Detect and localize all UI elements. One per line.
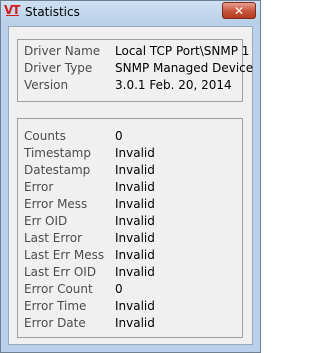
stat-row-error-time: Error Time Invalid xyxy=(18,298,242,315)
last-error-label: Last Error xyxy=(24,231,83,245)
driver-info-group: Driver Name Local TCP Port\SNMP 1 Driver… xyxy=(17,39,253,102)
window-title: Statistics xyxy=(25,5,80,19)
last-err-mess-value: Invalid xyxy=(115,248,155,262)
close-button[interactable]: ✕ xyxy=(222,2,256,19)
driver-type-label: Driver Type xyxy=(24,61,93,75)
driver-name-value: Local TCP Port\SNMP 1 xyxy=(115,44,250,58)
statistics-window: VT Statistics ✕ Driver Name Local TCP Po… xyxy=(0,0,261,353)
last-err-oid-label: Last Err OID xyxy=(24,265,97,279)
last-err-oid-value: Invalid xyxy=(115,265,155,279)
close-icon: ✕ xyxy=(233,3,245,18)
stat-row-error: Error Invalid xyxy=(18,179,242,196)
error-time-value: Invalid xyxy=(115,299,155,313)
last-error-value: Invalid xyxy=(115,231,155,245)
stat-row-error-date: Error Date Invalid xyxy=(18,315,242,332)
timestamp-label: Timestamp xyxy=(24,146,91,160)
error-count-label: Error Count xyxy=(24,282,93,296)
app-logo-icon: VT xyxy=(4,3,21,17)
statistics-group: Counts 0 Timestamp Invalid Datestamp Inv… xyxy=(17,118,243,338)
stat-row-timestamp: Timestamp Invalid xyxy=(18,145,242,162)
error-count-value: 0 xyxy=(115,282,123,296)
error-mess-label: Error Mess xyxy=(24,197,88,211)
error-date-label: Error Date xyxy=(24,316,86,330)
stat-row-err-oid: Err OID Invalid xyxy=(18,213,242,230)
error-label: Error xyxy=(24,180,54,194)
timestamp-value: Invalid xyxy=(115,146,155,160)
last-err-mess-label: Last Err Mess xyxy=(24,248,105,262)
stat-row-last-err-oid: Last Err OID Invalid xyxy=(18,264,242,281)
counts-label: Counts xyxy=(24,129,66,143)
title-bar[interactable]: VT Statistics ✕ xyxy=(1,1,260,25)
stat-row-last-err-mess: Last Err Mess Invalid xyxy=(18,247,242,264)
counts-value: 0 xyxy=(115,129,123,143)
error-value: Invalid xyxy=(115,180,155,194)
version-label: Version xyxy=(24,78,69,92)
stat-row-counts: Counts 0 xyxy=(18,128,242,145)
driver-name-row: Driver Name Local TCP Port\SNMP 1 xyxy=(18,43,249,60)
datestamp-label: Datestamp xyxy=(24,163,91,177)
datestamp-value: Invalid xyxy=(115,163,155,177)
err-oid-value: Invalid xyxy=(115,214,155,228)
driver-name-label: Driver Name xyxy=(24,44,101,58)
stat-row-error-mess: Error Mess Invalid xyxy=(18,196,242,213)
stat-row-error-count: Error Count 0 xyxy=(18,281,242,298)
driver-type-row: Driver Type SNMP Managed Device xyxy=(18,60,253,77)
driver-type-value: SNMP Managed Device xyxy=(115,61,254,75)
stat-row-last-error: Last Error Invalid xyxy=(18,230,242,247)
error-mess-value: Invalid xyxy=(115,197,155,211)
version-row: Version 3.0.1 Feb. 20, 2014 xyxy=(18,77,242,94)
dialog-client-area: Driver Name Local TCP Port\SNMP 1 Driver… xyxy=(8,26,253,345)
stat-row-datestamp: Datestamp Invalid xyxy=(18,162,242,179)
error-time-label: Error Time xyxy=(24,299,87,313)
version-value: 3.0.1 Feb. 20, 2014 xyxy=(115,78,232,92)
error-date-value: Invalid xyxy=(115,316,155,330)
err-oid-label: Err OID xyxy=(24,214,68,228)
